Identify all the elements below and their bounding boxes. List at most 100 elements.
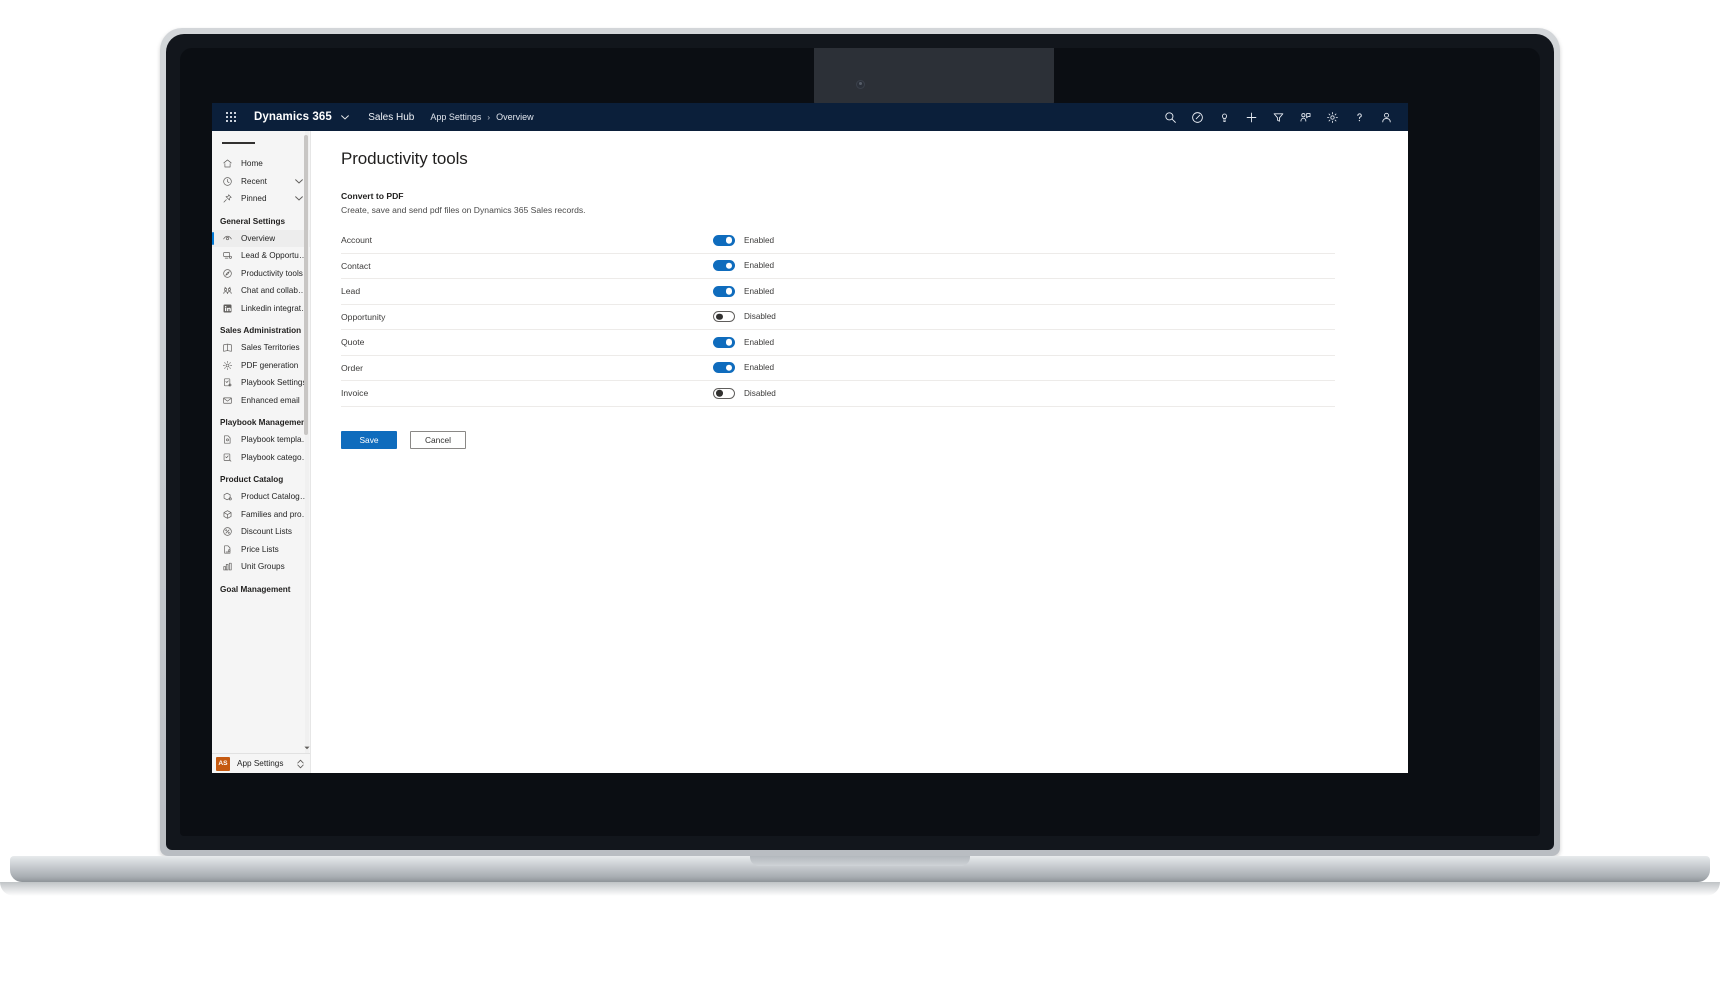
- toggle-state-label: Enabled: [744, 286, 775, 296]
- chevron-down-icon[interactable]: [295, 196, 303, 201]
- sidebar-item-price-lists[interactable]: Price Lists: [212, 541, 310, 559]
- sidebar-item-lead-opportunity[interactable]: Lead & Opportuni...: [212, 247, 310, 265]
- toggle-invoice[interactable]: [713, 387, 735, 399]
- laptop-bezel: Dynamics 365 Sales Hub App Settings › Ov…: [180, 48, 1540, 836]
- toggle-knob: [716, 313, 723, 320]
- sidebar-item-playbook-categories[interactable]: Playbook categories: [212, 449, 310, 467]
- sidebar-item-product-catalog-settings[interactable]: Product Catalog S...: [212, 488, 310, 506]
- toggle-lead[interactable]: [713, 285, 735, 297]
- sidebar-item-label: Productivity tools: [241, 268, 303, 278]
- sidebar-item-label: Lead & Opportuni...: [241, 251, 310, 261]
- sidebar-item-recent[interactable]: Recent: [212, 173, 310, 191]
- plus-icon[interactable]: [1239, 105, 1263, 129]
- sidebar-item-productivity-tools[interactable]: Productivity tools: [212, 265, 310, 283]
- linkedin-icon: [220, 301, 234, 315]
- save-button[interactable]: Save: [341, 430, 397, 449]
- sidebar-item-label: Overview: [241, 233, 276, 243]
- toggle-group: Enabled: [713, 234, 775, 246]
- overview-icon: [220, 231, 234, 245]
- sidebar-item-pinned[interactable]: Pinned: [212, 190, 310, 208]
- settings-list: Account Enabled Contact Enabled Lead Ena…: [341, 228, 1335, 407]
- row-label: Account: [341, 235, 373, 246]
- scroll-down-arrow-icon[interactable]: [304, 746, 310, 753]
- sidebar-item-overview[interactable]: Overview: [212, 229, 310, 247]
- relationship-assistant-icon[interactable]: [1293, 105, 1317, 129]
- filter-icon[interactable]: [1266, 105, 1290, 129]
- sidebar-item-label: Price Lists: [241, 544, 279, 554]
- sidebar-item-linkedin-integration[interactable]: Linkedin integration: [212, 300, 310, 318]
- toggle-state-label: Disabled: [744, 388, 776, 398]
- app-launcher-button[interactable]: [220, 106, 242, 128]
- sidebar-group-title: Playbook Management: [220, 418, 309, 427]
- hamburger-menu-icon[interactable]: [212, 131, 310, 155]
- row-label: Opportunity: [341, 311, 386, 322]
- sidebar-item-label: Playbook categories: [241, 452, 310, 462]
- unit-groups-icon: [220, 560, 234, 574]
- help-icon[interactable]: [1347, 105, 1371, 129]
- sidebar-group-title: General Settings: [220, 216, 286, 226]
- toggle-group: Enabled: [713, 260, 775, 272]
- table-row: Lead Enabled: [341, 279, 1335, 305]
- category-icon: [220, 450, 234, 464]
- toggle-group: Enabled: [713, 336, 774, 348]
- sidebar-item-discount-lists[interactable]: Discount Lists: [212, 523, 310, 541]
- lead-opportunity-icon: [220, 249, 234, 263]
- sidebar-item-chat-collaboration[interactable]: Chat and collabor...: [212, 282, 310, 300]
- template-icon: [220, 433, 234, 447]
- lightbulb-icon[interactable]: [1212, 105, 1236, 129]
- chat-collaboration-icon: [220, 284, 234, 298]
- top-app-bar: Dynamics 365 Sales Hub App Settings › Ov…: [212, 103, 1408, 131]
- row-label: Lead: [341, 286, 361, 297]
- breadcrumb-item-app-settings[interactable]: App Settings: [430, 112, 481, 122]
- sidebar-item-label: Product Catalog S...: [241, 492, 310, 502]
- chevron-updown-icon[interactable]: [297, 759, 304, 769]
- toggle-group: Disabled: [713, 311, 776, 323]
- laptop-base-shadow: [0, 882, 1720, 896]
- chevron-down-icon[interactable]: [295, 179, 303, 184]
- table-row: Quote Enabled: [341, 330, 1335, 356]
- sidebar-item-enhanced-email[interactable]: Enhanced email: [212, 392, 310, 410]
- person-icon[interactable]: [1374, 105, 1398, 129]
- sidebar-item-pdf-generation[interactable]: PDF generation: [212, 357, 310, 375]
- sidebar-item-home[interactable]: Home: [212, 155, 310, 173]
- brand-title[interactable]: Dynamics 365: [254, 111, 350, 123]
- sidebar-scrollbar-track[interactable]: [304, 131, 309, 753]
- toggle-opportunity[interactable]: [713, 311, 735, 323]
- sidebar-item-playbook-templates[interactable]: Playbook templates: [212, 431, 310, 449]
- sidebar-item-label: Pinned: [241, 194, 267, 204]
- cancel-button[interactable]: Cancel: [410, 430, 466, 449]
- section-description: Create, save and send pdf files on Dynam…: [341, 205, 586, 215]
- laptop-lid-inner: Dynamics 365 Sales Hub App Settings › Ov…: [166, 34, 1554, 850]
- cube-icon: [220, 507, 234, 521]
- toggle-quote[interactable]: [713, 336, 735, 348]
- sidebar-scrollbar-thumb[interactable]: [304, 135, 308, 435]
- table-row: Order Enabled: [341, 356, 1335, 381]
- toggle-knob: [725, 237, 733, 244]
- toggle-order[interactable]: [713, 362, 735, 374]
- productivity-icon: [220, 266, 234, 280]
- table-row: Opportunity Disabled: [341, 305, 1335, 330]
- sidebar-item-label: Recent: [241, 176, 267, 186]
- toggle-state-label: Enabled: [744, 261, 775, 271]
- sidebar-item-playbook-settings[interactable]: Playbook Settings: [212, 374, 310, 392]
- gear-icon: [220, 358, 234, 372]
- sidebar-item-sales-territories[interactable]: Sales Territories: [212, 339, 310, 357]
- breadcrumb: App Settings › Overview: [430, 112, 533, 122]
- toggle-account[interactable]: [713, 234, 735, 246]
- toggle-contact[interactable]: [713, 260, 735, 272]
- breadcrumb-item-overview[interactable]: Overview: [496, 112, 534, 122]
- sidebar-item-label: Linkedin integration: [241, 303, 310, 313]
- sidebar-item-unit-groups[interactable]: Unit Groups: [212, 558, 310, 576]
- sidebar-group-title: Goal Management: [220, 584, 291, 594]
- gear-icon[interactable]: [1320, 105, 1344, 129]
- assistant-icon[interactable]: [1185, 105, 1209, 129]
- sidebar-item-families-and-products[interactable]: Families and prod...: [212, 506, 310, 524]
- toggle-knob: [725, 262, 733, 269]
- toggle-state-label: Enabled: [744, 235, 775, 245]
- app-name-label[interactable]: Sales Hub: [368, 112, 414, 123]
- waffle-icon: [226, 112, 236, 122]
- active-indicator: [212, 231, 214, 245]
- search-icon[interactable]: [1158, 105, 1182, 129]
- app-switcher[interactable]: AS App Settings: [212, 753, 310, 773]
- section-title: Convert to PDF: [341, 191, 404, 201]
